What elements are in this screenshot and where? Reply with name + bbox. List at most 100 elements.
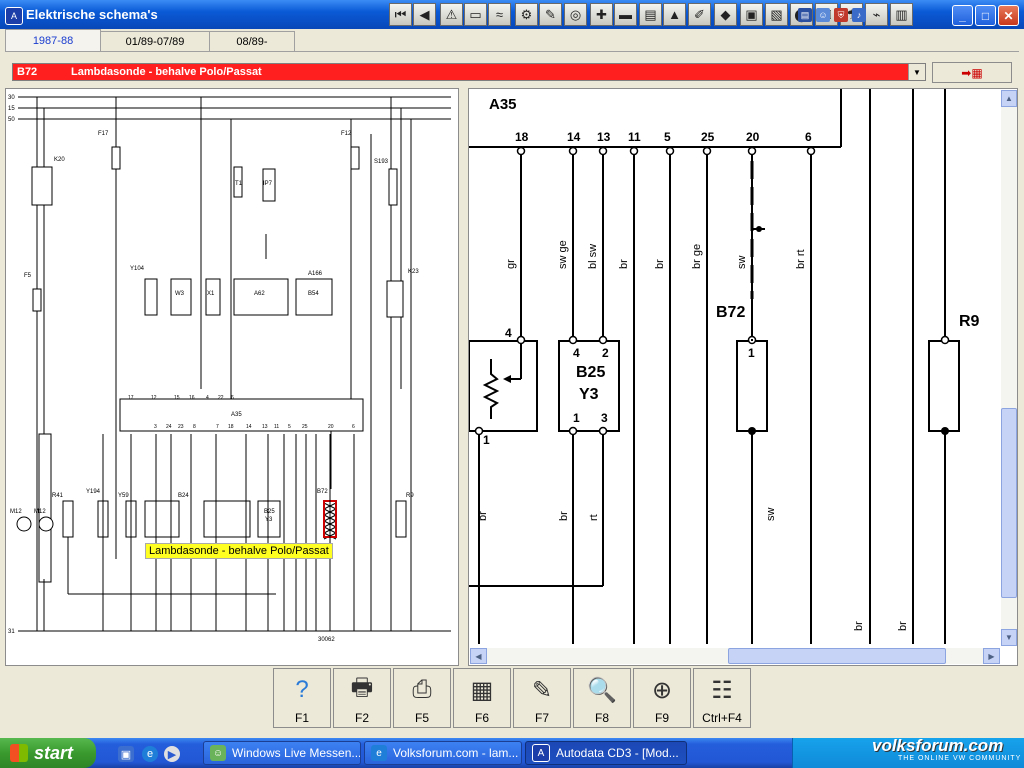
volume-icon[interactable]: ♪ bbox=[852, 8, 866, 22]
scroll-left-icon[interactable]: ◀ bbox=[470, 648, 487, 664]
pin-label: 16 bbox=[189, 395, 195, 401]
component-label: W3 bbox=[175, 291, 185, 297]
scroll-up-icon[interactable]: ▲ bbox=[1001, 90, 1017, 107]
fluid-icon[interactable]: ▲ bbox=[663, 3, 686, 26]
fkey-f7[interactable]: ✎ F7 bbox=[513, 668, 571, 728]
security-icon[interactable]: ⛨ bbox=[834, 8, 848, 22]
pin-label: 24 bbox=[166, 424, 172, 430]
pin-label: 25 bbox=[302, 424, 308, 430]
fkey-label: Ctrl+F4 bbox=[702, 711, 742, 725]
tab-01-89-07-89[interactable]: 01/89-07/89 bbox=[100, 31, 210, 51]
maximize-button[interactable]: □ bbox=[975, 5, 996, 26]
gear-icon[interactable]: ⚙ bbox=[515, 3, 538, 26]
component-label: M12 bbox=[34, 509, 46, 515]
horizontal-scrollbar[interactable]: ◀ ▶ bbox=[470, 648, 1000, 664]
component-select[interactable]: B72 Lambdasonde - behalve Polo/Passat ▼ bbox=[12, 63, 926, 81]
component-label: Y59 bbox=[118, 493, 129, 499]
fkey-ctrl-f4[interactable]: ☷ Ctrl+F4 bbox=[693, 668, 751, 728]
watermark-tagline: THE ONLINE VW COMMUNITY bbox=[898, 755, 1022, 762]
gauge-icon[interactable]: ◎ bbox=[564, 3, 587, 26]
help-icon: ? bbox=[295, 676, 309, 703]
component-label: B72 bbox=[317, 489, 328, 495]
fkey-f6[interactable]: ▦ F6 bbox=[453, 668, 511, 728]
wire-color-label: br bbox=[853, 621, 865, 631]
pin-label: 6 bbox=[805, 130, 812, 144]
wire-color-label: rt bbox=[588, 514, 600, 521]
detail-diagram-panel[interactable]: A35 18 14 13 11 5 25 20 6 gr sw ge bl sw br br br ge sw… bbox=[468, 88, 1018, 666]
network-icon[interactable]: ▤ bbox=[798, 8, 812, 22]
ecu-icon[interactable]: ▣ bbox=[740, 3, 763, 26]
component-b54 bbox=[295, 278, 333, 316]
component-label: K20 bbox=[54, 157, 65, 163]
scroll-right-icon[interactable]: ▶ bbox=[983, 648, 1000, 664]
fuse-label: F12 bbox=[341, 131, 352, 137]
show-desktop-icon[interactable]: ▣ bbox=[118, 746, 134, 762]
belt-icon[interactable]: ◆ bbox=[714, 3, 737, 26]
horizontal-scroll-thumb[interactable] bbox=[728, 648, 946, 664]
scroll-down-icon[interactable]: ▼ bbox=[1001, 629, 1017, 646]
component-label: IP7 bbox=[263, 181, 273, 187]
wrench-icon[interactable]: ✚ bbox=[590, 3, 613, 26]
injector-icon[interactable]: ✐ bbox=[688, 3, 711, 26]
wire-icon[interactable]: ⌁ bbox=[865, 3, 888, 26]
ie-quicklaunch-icon[interactable]: e bbox=[142, 746, 158, 762]
goto-component-button[interactable]: ➡▦ bbox=[932, 62, 1012, 83]
component-label: K23 bbox=[408, 269, 419, 275]
overview-diagram-panel[interactable]: 30 15 50 31 F17 F12 F5 K20 S193 T1 IP7 Y104 W3 X1 A62 B… bbox=[5, 88, 459, 666]
task-volksforum[interactable]: e Volksforum.com - lam... bbox=[364, 741, 522, 765]
minimize-button[interactable]: _ bbox=[952, 5, 973, 26]
fkey-f5[interactable]: ⎙ F5 bbox=[393, 668, 451, 728]
pin-terminal bbox=[702, 146, 712, 156]
task-messenger[interactable]: ☺ Windows Live Messen... bbox=[203, 741, 361, 765]
motor-m12 bbox=[38, 516, 54, 532]
battery-icon[interactable]: ▬ bbox=[614, 3, 637, 26]
pin-label: 4 bbox=[206, 395, 209, 401]
pin-terminal bbox=[516, 146, 526, 156]
task-autodata[interactable]: A Autodata CD3 - [Mod... bbox=[525, 741, 687, 765]
previous-icon[interactable]: ◀ bbox=[413, 3, 436, 26]
tab-08-89[interactable]: 08/89- bbox=[209, 31, 295, 51]
goto-icon: ➡▦ bbox=[961, 65, 983, 80]
car-icon[interactable]: ▧ bbox=[765, 3, 788, 26]
vertical-scrollbar[interactable]: ▲ ▼ bbox=[1001, 90, 1017, 646]
document-icon[interactable]: ▭ bbox=[464, 3, 487, 26]
fkey-f8[interactable]: 🔍 F8 bbox=[573, 668, 631, 728]
windows-logo-icon bbox=[10, 744, 28, 762]
autodata-icon: A bbox=[532, 744, 550, 762]
first-page-icon[interactable]: ⏮ bbox=[389, 3, 412, 26]
pin-terminal bbox=[629, 146, 639, 156]
fkey-f1[interactable]: ? F1 bbox=[273, 668, 331, 728]
start-button[interactable]: start bbox=[0, 738, 96, 768]
warning-icon[interactable]: ⚠ bbox=[440, 3, 463, 26]
eraser-icon: ✎ bbox=[531, 676, 553, 704]
component-label: Y194 bbox=[86, 489, 101, 495]
wire-color-label: sw bbox=[736, 256, 748, 270]
pin-terminal bbox=[940, 335, 950, 345]
book-icon[interactable]: ▥ bbox=[890, 3, 913, 26]
fkey-f9[interactable]: ⊕ F9 bbox=[633, 668, 691, 728]
tools-icon[interactable]: ✎ bbox=[539, 3, 562, 26]
pin-terminal bbox=[568, 426, 578, 436]
messenger-tray-icon[interactable]: ☺ bbox=[816, 8, 830, 22]
component-label: B54 bbox=[308, 291, 319, 297]
table-icon: ☷ bbox=[711, 676, 733, 704]
wire-color-label: sw bbox=[765, 508, 777, 522]
wire-color-label: br bbox=[618, 259, 630, 269]
rail-label: 30 bbox=[8, 95, 15, 101]
close-button[interactable]: ✕ bbox=[998, 5, 1019, 26]
fuse-f17 bbox=[111, 146, 121, 170]
pin-terminal bbox=[747, 146, 757, 156]
fuse-label: F17 bbox=[98, 131, 109, 137]
fkey-f2[interactable]: 🖶 F2 bbox=[333, 668, 391, 728]
wire-color-label: br rt bbox=[795, 249, 807, 269]
water-icon[interactable]: ≈ bbox=[488, 3, 511, 26]
vertical-scroll-thumb[interactable] bbox=[1001, 408, 1017, 598]
fkey-label: F7 bbox=[534, 711, 549, 725]
fkey-label: F2 bbox=[354, 711, 369, 725]
media-player-icon[interactable]: ▶ bbox=[164, 746, 180, 762]
wire-color-label: br bbox=[558, 511, 570, 521]
chevron-down-icon[interactable]: ▼ bbox=[908, 64, 925, 80]
seat-icon[interactable]: ▤ bbox=[639, 3, 662, 26]
tab-1987-88[interactable]: 1987-88 bbox=[5, 29, 101, 51]
pin-label: 22 bbox=[218, 395, 224, 401]
